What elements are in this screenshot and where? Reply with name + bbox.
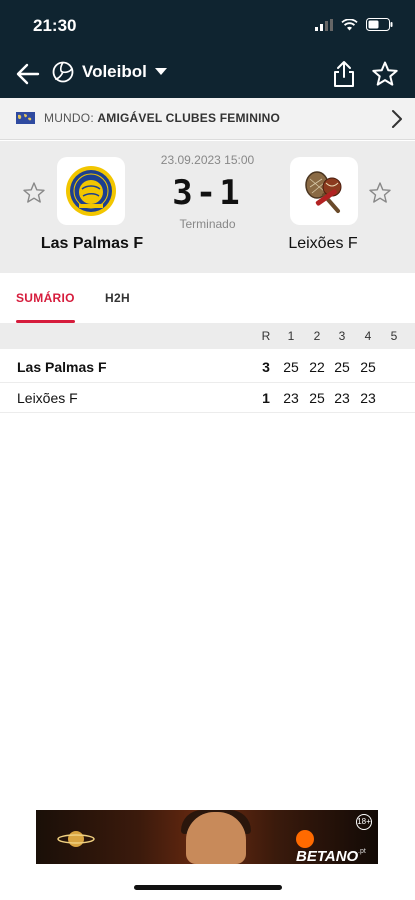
- header-set-3: 3: [338, 329, 346, 343]
- table-header-row: R 1 2 3 4 5: [0, 323, 415, 349]
- home-indicator[interactable]: [134, 885, 282, 890]
- match-tabs: SUMÁRIO H2H: [0, 273, 415, 323]
- age-restriction-badge: 18+: [356, 814, 372, 830]
- sport-title: Voleibol: [82, 62, 147, 81]
- ad-tld: .pt: [358, 848, 366, 855]
- signal-icon: [315, 18, 333, 31]
- wifi-icon: [341, 18, 358, 30]
- row-set-4: 25: [360, 359, 376, 375]
- battery-icon: [366, 18, 393, 31]
- favorite-star-icon[interactable]: [371, 60, 399, 88]
- row-total: 3: [262, 359, 270, 375]
- leixoes-crest-icon: [305, 171, 342, 213]
- competition-name: MUNDO: AMIGÁVEL CLUBES FEMININO: [44, 111, 280, 125]
- header-set-1: 1: [287, 329, 295, 343]
- row-set-4: 23: [360, 390, 376, 406]
- away-favorite-star-icon[interactable]: [368, 181, 392, 205]
- row-team-name: Leixões F: [17, 390, 78, 406]
- set-score-table: R 1 2 3 4 5 Las Palmas F 3 25 22 25 25 L…: [0, 323, 415, 413]
- row-set-2: 22: [309, 359, 325, 375]
- competition-region: MUNDO:: [44, 111, 94, 125]
- betano-logo: BETANO: [296, 830, 378, 864]
- ad-banner[interactable]: 18+ BETANO .pt: [36, 810, 378, 864]
- chevron-right-icon: [392, 110, 402, 128]
- dropdown-caret-icon: [154, 68, 167, 75]
- sport-selector[interactable]: Voleibol: [52, 61, 167, 83]
- competition-bar[interactable]: MUNDO: AMIGÁVEL CLUBES FEMININO: [0, 98, 415, 140]
- share-icon[interactable]: [331, 60, 357, 88]
- row-total: 1: [262, 390, 270, 406]
- volleyball-icon: [52, 61, 74, 83]
- header-set-5: 5: [390, 329, 398, 343]
- header-set-4: 4: [364, 329, 372, 343]
- tab-h2h[interactable]: H2H: [105, 291, 130, 305]
- app-header: Voleibol: [0, 50, 415, 98]
- home-team-name[interactable]: Las Palmas F: [22, 235, 162, 253]
- match-header: Las Palmas F 23.09.2023 15:00 3-1 Termin…: [0, 141, 415, 273]
- world-flag-icon: [16, 112, 35, 124]
- row-set-3: 25: [334, 359, 350, 375]
- betano-mark-icon: [296, 830, 314, 849]
- status-bar: 21:30: [0, 0, 415, 50]
- row-team-name: Las Palmas F: [17, 359, 107, 375]
- status-icons: [315, 18, 393, 31]
- row-set-1: 25: [283, 359, 299, 375]
- table-row[interactable]: Leixões F 1 23 25 23 23: [0, 383, 415, 413]
- away-team-logo[interactable]: [290, 157, 358, 225]
- row-set-3: 23: [334, 390, 350, 406]
- table-row[interactable]: Las Palmas F 3 25 22 25 25: [0, 349, 415, 383]
- row-set-1: 23: [283, 390, 299, 406]
- tab-summary[interactable]: SUMÁRIO: [16, 291, 75, 305]
- header-set-2: 2: [313, 329, 321, 343]
- ad-person-face: [186, 812, 246, 864]
- back-arrow-icon[interactable]: [14, 60, 42, 88]
- status-time: 21:30: [33, 16, 77, 35]
- header-r: R: [261, 329, 271, 343]
- planet-icon: [57, 831, 95, 847]
- ad-brand: BETANO: [296, 848, 359, 864]
- away-team-name[interactable]: Leixões F: [253, 235, 393, 253]
- row-set-2: 25: [309, 390, 325, 406]
- competition-league: AMIGÁVEL CLUBES FEMININO: [97, 111, 281, 125]
